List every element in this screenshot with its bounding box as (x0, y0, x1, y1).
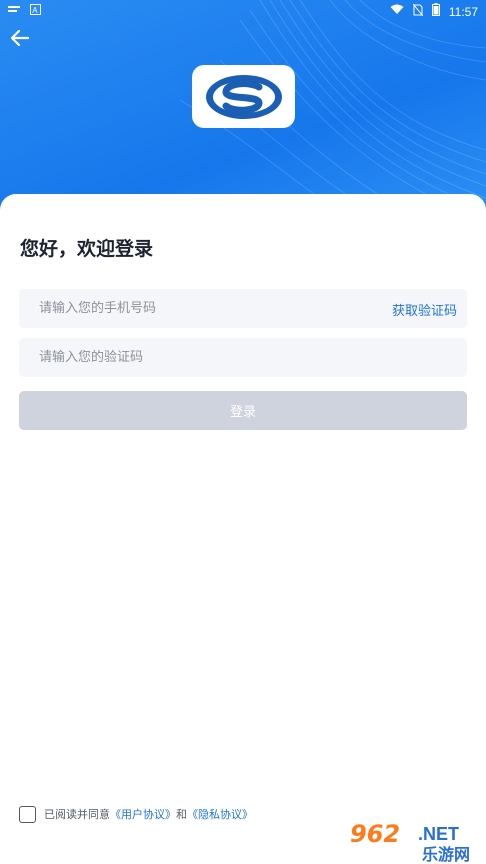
page-title: 您好，欢迎登录 (20, 238, 154, 260)
get-code-button[interactable]: 获取验证码 (392, 300, 457, 319)
user-agreement-link[interactable]: 《用户协议》 (110, 806, 176, 822)
agree-checkbox[interactable] (19, 805, 36, 823)
site-watermark: 962 .NET 乐游网 (346, 814, 486, 864)
agreement-row: 已阅读并同意 《用户协议》 和 《隐私协议》 (19, 804, 253, 824)
code-field (19, 338, 467, 377)
agreement-prefix: 已阅读并同意 (44, 808, 110, 821)
watermark-logo-icon: 962 .NET 乐游网 (346, 818, 486, 864)
arrow-left-icon (10, 29, 30, 47)
watermark-number: 962 (350, 820, 400, 848)
app-logo (192, 65, 295, 128)
back-button[interactable] (6, 26, 34, 50)
wifi-icon (390, 4, 404, 19)
privacy-agreement-link[interactable]: 《隐私协议》 (187, 806, 253, 822)
watermark-suffix: .NET (418, 824, 459, 844)
battery-icon (431, 3, 440, 20)
login-button[interactable]: 登录 (19, 391, 467, 430)
phone-input[interactable] (39, 289, 369, 328)
watermark-site-name: 乐游网 (422, 845, 470, 864)
status-bar: A 11:57 (0, 0, 486, 22)
a-letter-icon: A (30, 4, 41, 19)
status-time: 11:57 (448, 4, 478, 19)
notification-icon (8, 5, 20, 19)
s-logo-icon (205, 74, 282, 119)
phone-field: 获取验证码 (19, 289, 467, 328)
code-input[interactable] (39, 338, 369, 377)
svg-text:A: A (32, 6, 38, 15)
agreement-joiner: 和 (176, 808, 187, 821)
no-sim-icon (412, 3, 424, 20)
